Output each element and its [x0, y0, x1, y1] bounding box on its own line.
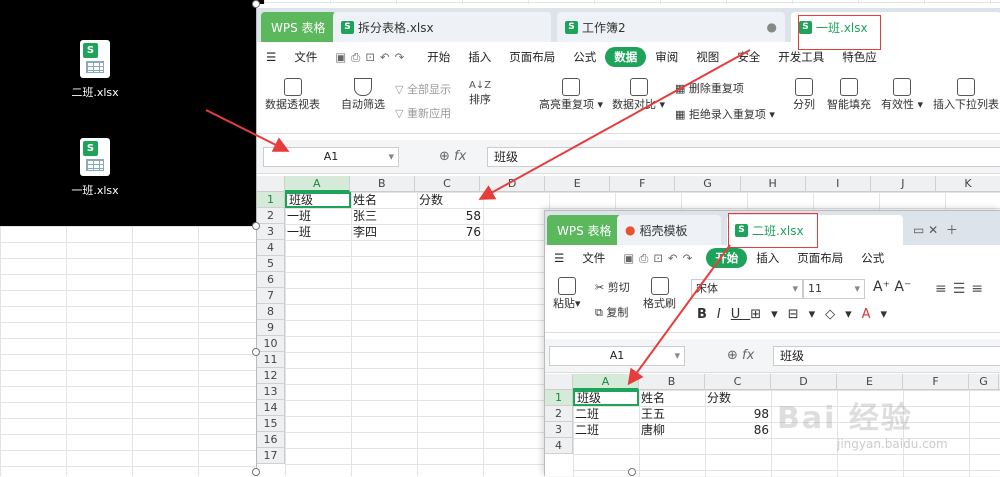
resize-handle[interactable] — [628, 468, 636, 476]
resize-handle[interactable] — [252, 0, 260, 8]
resize-handle[interactable] — [252, 348, 260, 356]
resize-handle[interactable] — [252, 468, 260, 476]
arrow-to-yiban-data — [478, 49, 751, 200]
annotation-arrows — [205, 49, 751, 386]
arrow-to-erban-data — [627, 244, 731, 386]
resize-handle[interactable] — [252, 222, 260, 230]
arrow-to-window — [205, 109, 290, 152]
